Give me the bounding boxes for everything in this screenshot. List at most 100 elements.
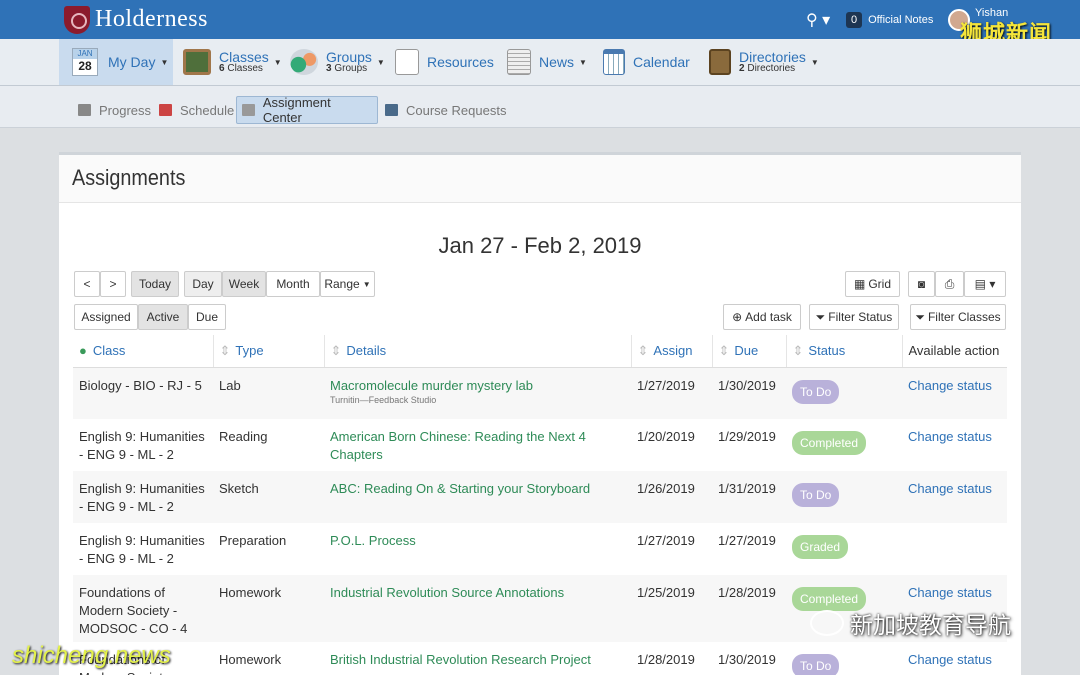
assignment-link[interactable]: British Industrial Revolution Research P… [330,652,591,667]
cell-class: English 9: Humanities - ENG 9 - ML - 2 [79,429,205,462]
cell-assign: 1/20/2019 [637,429,695,444]
page-title: Assignments [72,165,186,190]
rss-icon: ◙ [917,277,926,291]
today-button[interactable]: Today [131,271,179,297]
chevron-down-icon: ▼ [273,57,282,67]
day-button[interactable]: Day [184,271,222,297]
chevron-down-icon: ▼ [376,57,385,67]
add-task-button[interactable]: ⊕ Add task [723,304,801,330]
cell-status: To Do [786,642,902,675]
column-header-type[interactable]: ⇕ Type [212,335,324,368]
calendar-date-icon: JAN 28 [72,48,98,76]
nav-my-day[interactable]: JAN 28 My Day ▼ [59,39,173,85]
cell-details: Macromolecule murder mystery lab Turnitin… [324,367,631,419]
filter-status-button[interactable]: ⏷ Filter Status [809,304,899,330]
print-icon: ⎙ [944,276,955,291]
grid-icon: ▦ [853,277,866,291]
assignment-link[interactable]: Industrial Revolution Source Annotations [330,585,564,600]
column-header-class[interactable]: ● Class [73,335,213,368]
week-button[interactable]: Week [222,271,266,297]
column-header-action: Available action [901,335,1007,368]
official-notes-link[interactable]: 0 Official Notes [846,0,933,39]
change-status-link[interactable]: Change status [908,378,992,393]
sort-icon: ⇕ [219,342,231,358]
cell-details: P.O.L. Process [324,523,631,575]
cell-status: Completed [786,419,902,471]
table-row: English 9: Humanities - ENG 9 - ML - 2 S… [73,471,1007,523]
schedule-icon [159,104,172,116]
cell-assign: 1/27/2019 [637,533,695,548]
column-header-details[interactable]: ⇕ Details [323,335,631,368]
column-header-status[interactable]: ⇕ Status [785,335,902,368]
cell-status: To Do [786,471,902,523]
cell-due: 1/30/2019 [718,652,776,667]
export-dropdown[interactable]: ▤ ▾ [964,271,1006,297]
groups-icon [290,49,318,75]
search-icon[interactable]: ⚲ ▾ [806,0,830,39]
grid-button[interactable]: ▦ Grid [845,271,900,297]
change-status-link[interactable]: Change status [908,481,992,496]
assignment-link[interactable]: Macromolecule murder mystery lab [330,378,533,393]
filter-due[interactable]: Due [188,304,226,330]
filter-icon: ⏷ [915,309,925,324]
subnav-progress[interactable]: Progress [78,96,151,124]
cell-type: Lab [213,367,324,419]
chevron-down-icon: ▼ [810,57,819,67]
nav-classes[interactable]: Classes 6 Classes ▼ [183,39,282,85]
filter-classes-button[interactable]: ⏷ Filter Classes [910,304,1006,330]
assignment-link[interactable]: ABC: Reading On & Starting your Storyboa… [330,481,590,496]
cell-type: Homework [219,652,282,667]
table-row: Biology - BIO - RJ - 5 Lab Macromolecule… [73,367,1007,419]
cell-type: Homework [213,575,324,642]
print-button[interactable]: ⎙ [935,271,964,297]
cell-due: 1/30/2019 [712,367,786,419]
subnav-course-requests[interactable]: Course Requests [385,96,506,124]
main-nav: JAN 28 My Day ▼ Classes 6 Classes ▼ Groups 3… [0,39,1080,86]
notes-label: Official Notes [868,13,934,26]
rss-button[interactable]: ◙ [908,271,935,297]
cell-class: Biology - BIO - RJ - 5 [73,367,213,419]
nav-my-day-label: My Day [108,54,156,70]
chalkboard-icon [183,49,211,75]
change-status-link[interactable]: Change status [908,429,992,444]
assignments-panel: Assignments Jan 27 - Feb 2, 2019 < > Tod… [59,152,1021,675]
subnav-assignment-center[interactable]: Assignment Center [236,95,378,125]
nav-resources[interactable]: Resources [395,39,494,85]
status-badge: To Do [792,379,840,404]
chevron-down-icon: ▼ [579,57,587,67]
cell-type: Preparation [219,533,287,548]
directory-icon [709,49,731,75]
watermark-left: shicheng.news [12,642,171,669]
change-status-link[interactable]: Change status [908,652,992,667]
prev-button[interactable]: < [74,271,100,297]
filter-icon: ⏷ [815,309,826,324]
nav-directories[interactable]: Directories 2 Directories ▼ [709,39,819,85]
nav-news[interactable]: News ▼ [507,39,587,85]
subnav-schedule[interactable]: Schedule [159,96,234,124]
filter-assigned[interactable]: Assigned [74,304,138,330]
table-row: Foundations of Modern Society Homework B… [73,642,1007,675]
assignment-link[interactable]: P.O.L. Process [330,533,416,548]
column-header-due[interactable]: ⇕ Due [711,335,786,368]
document-icon: ▤ ▾ [974,277,996,291]
top-bar: Holderness ⚲ ▾ 0 Official Notes Yishan 狮城… [0,0,1080,46]
range-dropdown[interactable]: Range ▼ [320,271,375,297]
cell-class: English 9: Humanities - ENG 9 - ML - 2 [73,471,213,523]
filter-active[interactable]: Active [138,304,188,330]
assignment-icon [242,104,255,116]
change-status-link[interactable]: Change status [908,585,992,600]
brand-name: Holderness [95,6,208,32]
table-row: English 9: Humanities - ENG 9 - ML - 2 P… [73,523,1007,575]
nav-groups[interactable]: Groups 3 Groups ▼ [290,39,385,85]
cell-assign: 1/27/2019 [631,367,712,419]
month-button[interactable]: Month [266,271,320,297]
assignment-link[interactable]: American Born Chinese: Reading the Next … [330,429,586,462]
column-header-assign[interactable]: ⇕ Assign [630,335,712,368]
nav-calendar[interactable]: Calendar [603,39,690,85]
school-logo[interactable]: Holderness [64,4,208,35]
next-button[interactable]: > [100,271,126,297]
sort-icon: ⇕ [718,342,730,358]
watermark-right: 新加坡教育导航 [810,606,1011,640]
cell-class: English 9: Humanities - ENG 9 - ML - 2 [79,533,205,566]
sort-icon: ⇕ [792,342,804,358]
